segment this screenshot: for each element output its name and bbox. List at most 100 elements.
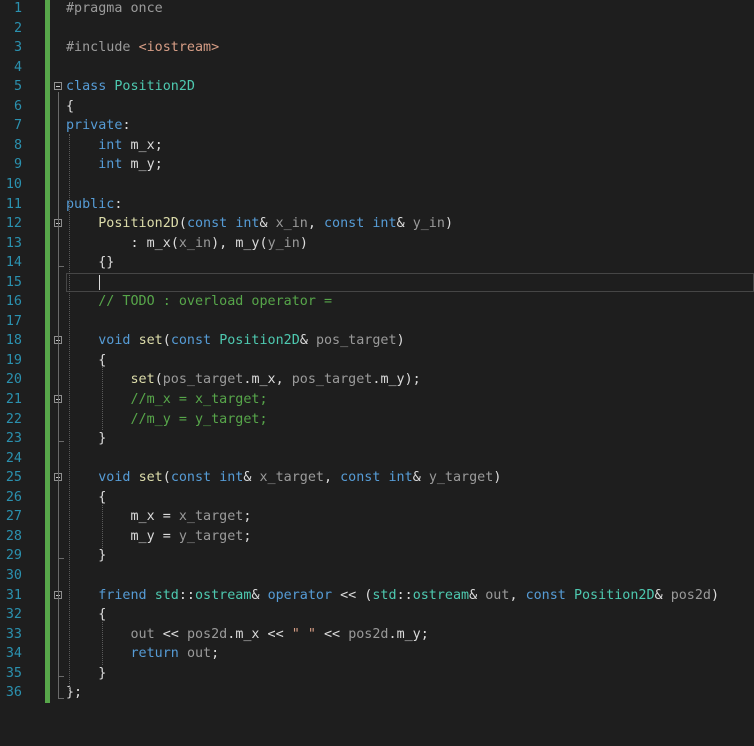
code-line[interactable]: 8 int m_x; bbox=[0, 136, 754, 156]
fold-region-line bbox=[58, 600, 59, 676]
code-line[interactable]: 12 Position2D(const int& x_in, const int… bbox=[0, 214, 754, 234]
code-token: ; bbox=[420, 626, 429, 642]
code-line[interactable]: 21 //m_x = x_target; bbox=[0, 390, 754, 410]
code-token: { bbox=[66, 98, 75, 114]
line-number: 19 bbox=[5, 352, 22, 368]
code-token: & bbox=[469, 587, 486, 603]
code-line[interactable]: 7 private: bbox=[0, 116, 754, 136]
indent-guide bbox=[102, 620, 103, 665]
code-token: m_y bbox=[396, 626, 421, 642]
line-number: 34 bbox=[5, 646, 22, 662]
code-line[interactable]: 3 #include <iostream> bbox=[0, 38, 754, 58]
code-line[interactable]: 6{ bbox=[0, 97, 754, 117]
code-line[interactable]: 27 m_x = x_target; bbox=[0, 507, 754, 527]
code-token: out bbox=[186, 646, 212, 662]
code-line[interactable]: 10 bbox=[0, 175, 754, 195]
code-line[interactable]: 29 } bbox=[0, 546, 754, 566]
code-line[interactable]: 17 bbox=[0, 312, 754, 332]
line-number: 31 bbox=[5, 587, 22, 603]
line-number: 29 bbox=[5, 548, 22, 564]
line-number: 20 bbox=[5, 372, 22, 388]
code-line[interactable]: 26 { bbox=[0, 488, 754, 508]
code-line[interactable]: 33 out << pos2d.m_x << " " << pos2d.m_y; bbox=[0, 625, 754, 645]
code-token: ) bbox=[299, 235, 308, 251]
code-line[interactable]: 18 void set(const Position2D& pos_target… bbox=[0, 331, 754, 351]
line-number: 6 bbox=[13, 98, 22, 114]
code-token: ; bbox=[154, 157, 163, 173]
code-line[interactable]: 31 friend std::ostream& operator << (std… bbox=[0, 586, 754, 606]
code-token: m_x bbox=[130, 509, 155, 525]
code-token: private bbox=[66, 118, 123, 134]
code-token: ( bbox=[259, 235, 268, 251]
code-line[interactable]: 28 m_y = y_target; bbox=[0, 527, 754, 547]
code-token: int bbox=[388, 470, 413, 486]
code-line[interactable]: 23 } bbox=[0, 429, 754, 449]
code-token: std bbox=[372, 587, 397, 603]
code-token: void bbox=[98, 333, 131, 349]
code-line[interactable]: 9 int m_y; bbox=[0, 155, 754, 175]
line-number: 26 bbox=[5, 489, 22, 505]
code-line[interactable]: 4 bbox=[0, 58, 754, 78]
fold-region-end bbox=[58, 676, 64, 677]
code-line[interactable]: 36}; bbox=[0, 683, 754, 703]
code-token: pos_target bbox=[291, 372, 373, 388]
code-token: & bbox=[243, 470, 260, 486]
code-token: & bbox=[396, 216, 413, 232]
code-token: pos_target bbox=[162, 372, 244, 388]
code-token: const bbox=[525, 587, 566, 603]
code-token: set bbox=[130, 372, 155, 388]
code-token: m_y bbox=[130, 528, 155, 544]
code-token: } bbox=[66, 431, 107, 447]
code-line[interactable]: 30 bbox=[0, 566, 754, 586]
code-line[interactable]: 5 class Position2D bbox=[0, 77, 754, 97]
line-number: 28 bbox=[5, 528, 22, 544]
code-token: : bbox=[66, 235, 147, 251]
code-line[interactable]: 24 bbox=[0, 449, 754, 469]
line-number: 1 bbox=[13, 1, 22, 16]
code-line[interactable]: 35 } bbox=[0, 664, 754, 684]
code-token: ) bbox=[396, 333, 405, 349]
code-text: m_x = x_target; bbox=[66, 507, 252, 527]
code-line[interactable]: 20 set(pos_target.m_x, pos_target.m_y); bbox=[0, 370, 754, 390]
code-line[interactable]: 2 bbox=[0, 19, 754, 39]
code-line[interactable]: 1 #pragma once bbox=[0, 0, 754, 19]
code-token: ) bbox=[711, 587, 720, 603]
code-line[interactable]: 19 { bbox=[0, 351, 754, 371]
code-line[interactable]: 34 return out; bbox=[0, 644, 754, 664]
fold-region-end bbox=[58, 441, 64, 442]
code-line[interactable]: 15 bbox=[0, 273, 754, 293]
code-line[interactable]: 32 { bbox=[0, 605, 754, 625]
code-line[interactable]: 25 void set(const int& x_target, const i… bbox=[0, 468, 754, 488]
code-token: = bbox=[154, 509, 179, 525]
code-token: #pragma once bbox=[66, 1, 163, 16]
code-text: //m_y = y_target; bbox=[66, 410, 268, 430]
code-editor[interactable]: 1 #pragma once 2 3 #include <iostream> 4 5 clas… bbox=[0, 0, 754, 746]
code-line[interactable]: 11 public: bbox=[0, 195, 754, 215]
code-token: { bbox=[66, 607, 107, 623]
collapse-icon[interactable] bbox=[54, 82, 62, 91]
code-line[interactable]: 16 // TODO : overload operator = bbox=[0, 292, 754, 312]
code-token: public bbox=[66, 196, 115, 212]
line-number: 17 bbox=[5, 313, 22, 329]
line-number: 16 bbox=[5, 294, 22, 310]
code-token: ; bbox=[211, 646, 220, 662]
code-token: Position2D bbox=[114, 79, 195, 95]
code-line[interactable]: 22 //m_y = y_target; bbox=[0, 410, 754, 430]
line-number: 5 bbox=[13, 79, 22, 95]
code-text: } bbox=[66, 664, 106, 684]
code-token: : bbox=[122, 118, 131, 134]
fold-region-line bbox=[58, 346, 59, 441]
code-token: & bbox=[412, 470, 429, 486]
fold-region-end bbox=[58, 558, 64, 559]
code-line[interactable]: 14 {} bbox=[0, 253, 754, 273]
line-number: 30 bbox=[5, 567, 22, 583]
line-number: 13 bbox=[5, 235, 22, 251]
code-line[interactable]: 13 : m_x(x_in), m_y(y_in) bbox=[0, 234, 754, 254]
code-text: public: bbox=[66, 195, 122, 215]
